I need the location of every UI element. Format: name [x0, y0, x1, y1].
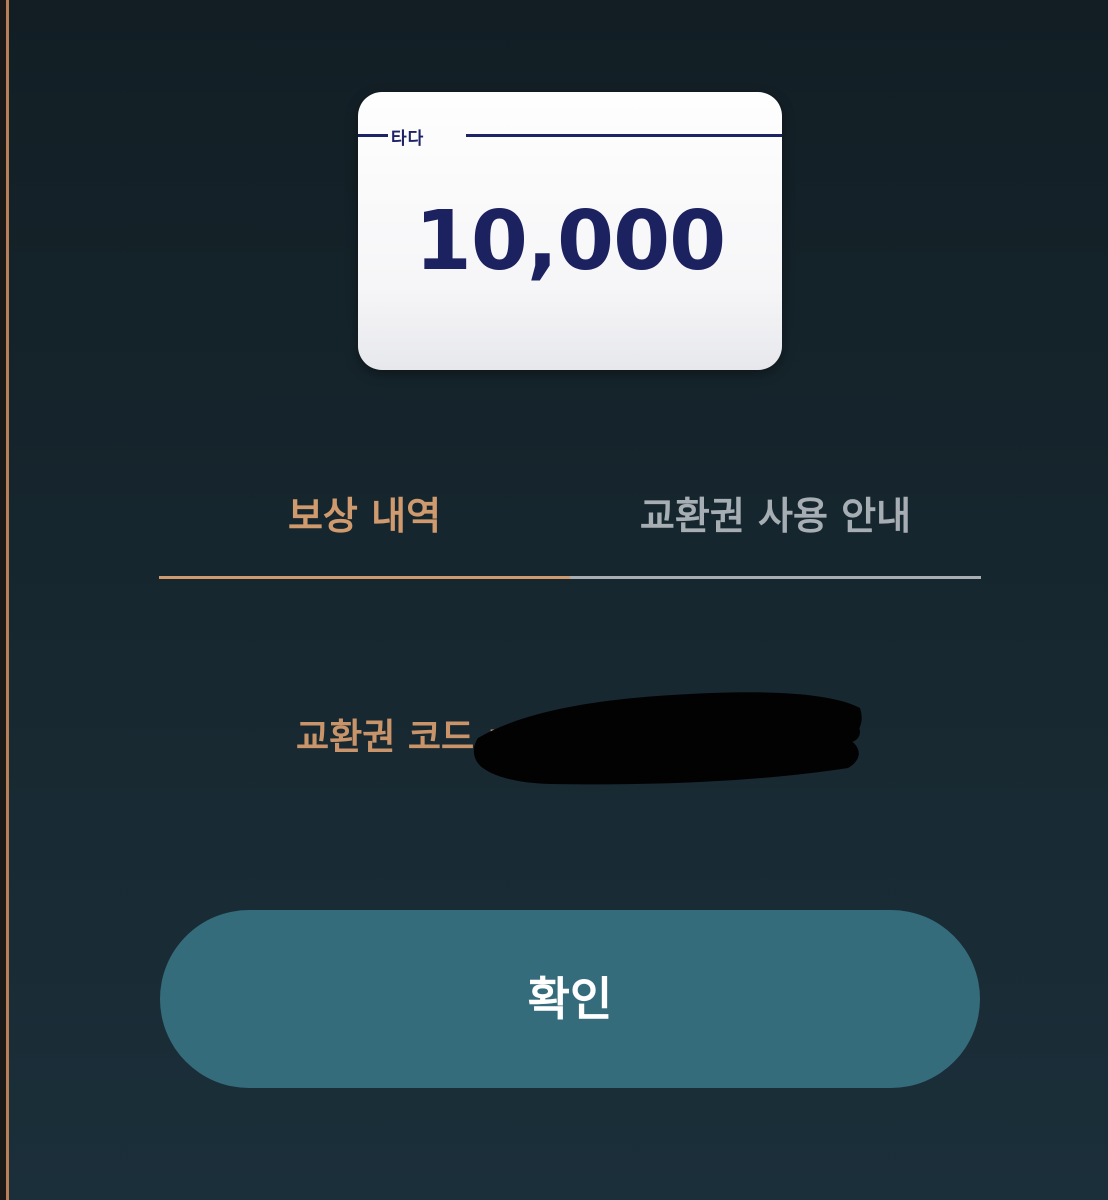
card-header: 타다	[358, 126, 782, 149]
tab-bar: 보상 내역 교환권 사용 안내	[159, 476, 981, 579]
voucher-card: 타다 10,000	[358, 92, 782, 370]
redaction-scribble	[473, 692, 862, 785]
brand-logo: 타다	[391, 129, 425, 149]
tab-voucher-guide[interactable]: 교환권 사용 안내	[570, 476, 981, 579]
card-rule	[358, 134, 388, 137]
window-edge	[0, 0, 9, 1200]
tab-reward-history[interactable]: 보상 내역	[159, 476, 570, 579]
voucher-amount: 10,000	[414, 194, 726, 289]
confirm-button[interactable]: 확인	[160, 910, 980, 1088]
card-rule	[466, 134, 782, 137]
